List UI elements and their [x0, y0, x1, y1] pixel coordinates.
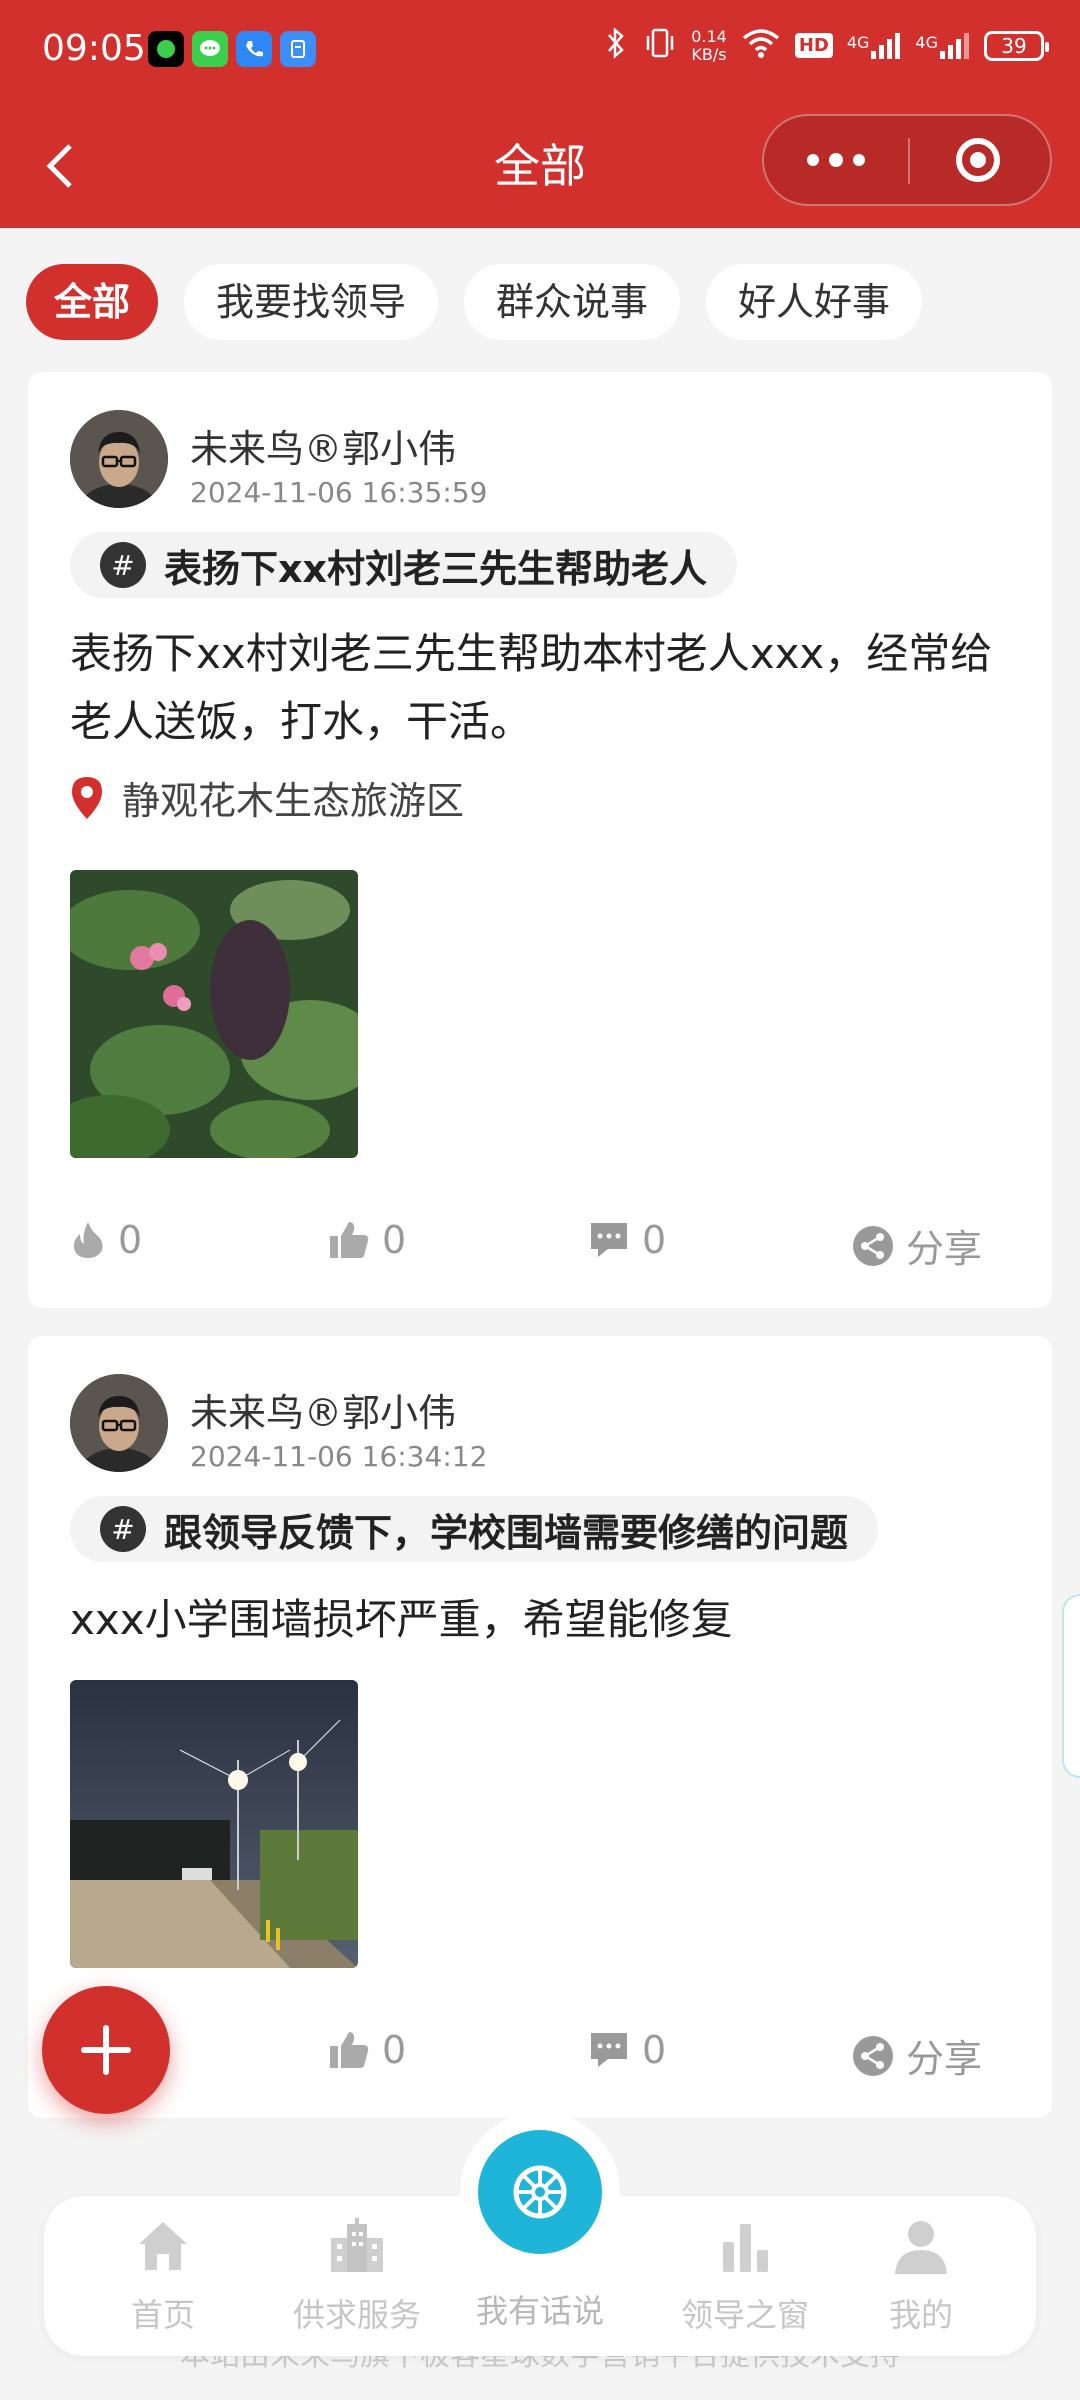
- comment-button[interactable]: 0: [588, 2028, 666, 2072]
- thumbs-up-icon: [330, 1222, 369, 1258]
- post-actions: 0 0 0 分享: [28, 1218, 1052, 1278]
- tab-all[interactable]: 全部: [26, 264, 159, 340]
- plus-icon: [81, 2025, 131, 2075]
- target-icon: [956, 138, 1000, 182]
- tab-home[interactable]: 首页: [68, 2196, 258, 2356]
- post-image[interactable]: [70, 870, 358, 1158]
- comment-count: 0: [642, 1218, 667, 1262]
- close-miniprogram-button[interactable]: [906, 116, 1050, 204]
- status-bar: 09:05 0.14 KB/s HD 4G 4G 39: [0, 0, 1080, 100]
- building-icon: [331, 2218, 383, 2272]
- share-label: 分享: [906, 2037, 983, 2081]
- post-content: xxx小学围墙损坏严重，希望能修复: [70, 1595, 733, 1644]
- signal-label-2: 4G: [915, 32, 938, 52]
- hashtag-icon: #: [100, 1506, 146, 1552]
- tab-public-talk[interactable]: 群众说事: [464, 264, 681, 340]
- like-button[interactable]: 0: [328, 1218, 406, 1262]
- share-button[interactable]: 分享: [852, 2028, 982, 2083]
- network-speed: 0.14 KB/s: [691, 26, 727, 64]
- nav-bar: 全部: [0, 100, 1080, 228]
- comment-button[interactable]: 0: [588, 1218, 666, 1262]
- tab-good-deeds[interactable]: 好人好事: [706, 264, 923, 340]
- signal-icon: 4G: [846, 32, 902, 59]
- post-image[interactable]: [70, 1680, 358, 1968]
- comment-count: 0: [642, 2028, 667, 2072]
- hot-count: 0: [118, 1218, 143, 1262]
- tab-label: 供求服务: [292, 2296, 421, 2334]
- tab-label-speak: 我有话说: [475, 2292, 604, 2330]
- share-icon: [853, 2035, 893, 2076]
- share-icon: [853, 1225, 893, 1266]
- tab-label: 领导之窗: [680, 2296, 809, 2334]
- tab-supply-service[interactable]: 供求服务: [262, 2196, 452, 2356]
- miniprogram-capsule: [762, 114, 1052, 206]
- status-app-icons: [148, 31, 316, 67]
- side-drawer-handle[interactable]: [1062, 1594, 1080, 1778]
- post-card[interactable]: 未来鸟®郭小伟 2024-11-06 16:34:12 # 跟领导反馈下，学校围…: [28, 1336, 1052, 2118]
- more-button[interactable]: [764, 116, 908, 204]
- wechat-app-icon: [148, 31, 184, 67]
- user-icon: [895, 2221, 947, 2274]
- author-name[interactable]: 未来鸟®郭小伟: [190, 418, 456, 473]
- battery-icon: 39: [984, 30, 1049, 61]
- topic-text: 跟领导反馈下，学校围墙需要修缮的问题: [164, 1510, 849, 1555]
- avatar[interactable]: [70, 1374, 168, 1472]
- post-actions: 0 0 分享: [28, 2028, 1052, 2088]
- tab-speak[interactable]: [478, 2130, 602, 2254]
- network-speed-unit: KB/s: [691, 44, 727, 64]
- post-time: 2024-11-06 16:34:12: [190, 1440, 488, 1473]
- comment-icon: [591, 1223, 627, 1257]
- topic-text: 表扬下xx村刘老三先生帮助老人: [164, 546, 708, 591]
- avatar[interactable]: [70, 410, 168, 508]
- bar-chart-icon: [723, 2224, 768, 2272]
- post-time: 2024-11-06 16:35:59: [190, 476, 488, 509]
- flame-icon: [73, 1222, 103, 1258]
- status-indicators: 0.14 KB/s HD 4G 4G 39: [603, 26, 1049, 65]
- topic-tag[interactable]: # 表扬下xx村刘老三先生帮助老人: [70, 532, 738, 598]
- hashtag-icon: #: [100, 542, 146, 588]
- home-icon: [139, 2222, 187, 2270]
- author-name[interactable]: 未来鸟®郭小伟: [190, 1382, 456, 1437]
- signal-icon: 4G: [915, 32, 970, 59]
- wifi-icon: [741, 27, 781, 64]
- post-card[interactable]: 未来鸟®郭小伟 2024-11-06 16:35:59 # 表扬下xx村刘老三先…: [28, 372, 1052, 1308]
- add-post-button[interactable]: [42, 1986, 170, 2114]
- message-app-icon: [192, 31, 228, 67]
- like-count: 0: [382, 2028, 407, 2072]
- thumbs-up-icon: [330, 2032, 369, 2068]
- wheel-icon: [513, 2165, 567, 2219]
- like-button[interactable]: 0: [328, 2028, 406, 2072]
- hot-button[interactable]: 0: [70, 1218, 142, 1262]
- status-time: 09:05: [42, 28, 146, 69]
- filter-tabs: 全部 我要找领导 群众说事 好人好事: [26, 264, 923, 340]
- tab-find-leader[interactable]: 我要找领导: [184, 264, 439, 340]
- bluetooth-icon: [603, 26, 629, 65]
- tab-leader-window[interactable]: 领导之窗: [650, 2196, 840, 2356]
- share-button[interactable]: 分享: [852, 1218, 982, 1273]
- post-location[interactable]: 静观花木生态旅游区: [70, 770, 464, 825]
- phone-app-icon: [236, 31, 272, 67]
- vibrate-icon: [643, 26, 677, 65]
- like-count: 0: [382, 1218, 407, 1262]
- share-label: 分享: [906, 1227, 983, 1271]
- hd-icon: HD: [794, 33, 833, 58]
- tab-mine[interactable]: 我的: [826, 2196, 1016, 2356]
- app-icon: [280, 31, 316, 67]
- post-content: 表扬下xx村刘老三先生帮助本村老人xxx，经常给老人送饭，打水，干活。: [70, 629, 993, 746]
- network-speed-value: 0.14: [691, 26, 727, 46]
- tab-label: 首页: [130, 2296, 195, 2334]
- topic-tag[interactable]: # 跟领导反馈下，学校围墙需要修缮的问题: [70, 1496, 879, 1562]
- location-text: 静观花木生态旅游区: [122, 779, 465, 823]
- signal-label-1: 4G: [846, 32, 870, 52]
- location-pin-icon: [72, 776, 102, 819]
- battery-level: 39: [1001, 33, 1027, 58]
- tab-label: 我的: [888, 2296, 953, 2334]
- comment-icon: [591, 2033, 627, 2067]
